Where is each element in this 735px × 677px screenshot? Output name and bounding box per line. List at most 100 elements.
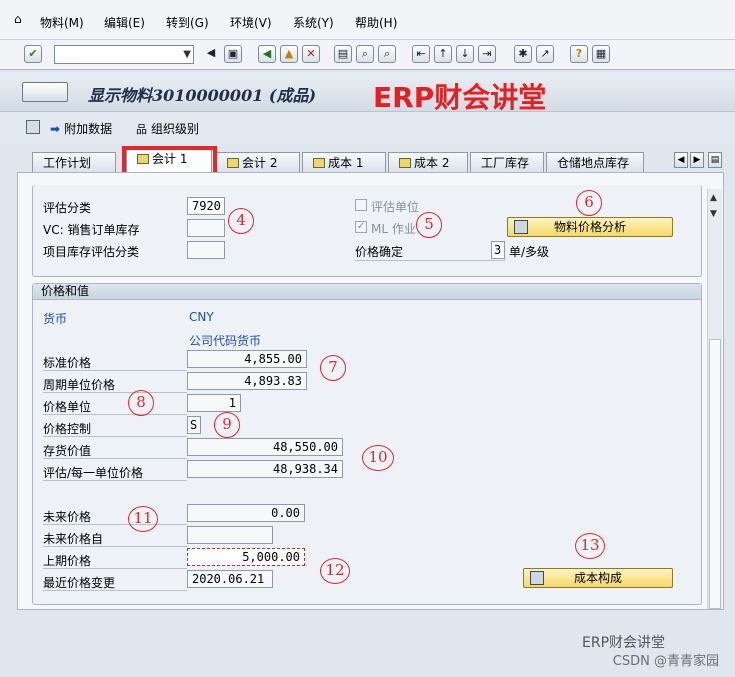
tab-scroll-left-icon[interactable]: ◀	[674, 152, 688, 168]
find-icon[interactable]: ⌕	[356, 45, 374, 63]
table-icon	[530, 571, 544, 585]
find-next-icon[interactable]: ⌕	[378, 45, 396, 63]
tab-work-scheduling[interactable]: 工作计划	[32, 152, 116, 174]
price-control-field[interactable]: S	[187, 416, 201, 434]
tab-strip: 工作计划 会计 1 会计 2 成本 1 成本 2 工厂库存 仓储地点库存 ◀ ▶…	[0, 148, 735, 174]
price-determination-field[interactable]: 3	[491, 241, 505, 259]
inventory-value-field[interactable]: 48,550.00	[187, 438, 343, 456]
org-levels-button[interactable]: 品 组织级别	[136, 120, 199, 137]
create-session-icon[interactable]: ✱	[514, 45, 532, 63]
future-price-label: 未来价格	[43, 510, 92, 524]
menu-environment[interactable]: 环境(V)	[230, 14, 272, 31]
title-bar: 显示物料3010000001 (成品) ERP财会讲堂	[0, 72, 735, 114]
vc-sales-order-stock-field[interactable]	[187, 219, 225, 237]
tab-plant-stock[interactable]: 工厂库存	[470, 152, 544, 174]
price-determination-label: 价格确定	[355, 245, 404, 259]
tab-costing-1[interactable]: 成本 1	[302, 152, 386, 174]
standard-price-field[interactable]: 4,855.00	[187, 350, 307, 368]
menu-goto[interactable]: 转到(G)	[166, 14, 209, 31]
tab-storage-loc-stock[interactable]: 仓储地点库存	[546, 152, 644, 174]
label-underline	[43, 546, 187, 547]
annotation-12: 12	[320, 558, 350, 584]
ml-label: ML 作业	[371, 222, 416, 236]
currency-label: 货币	[43, 312, 68, 326]
vertical-scrollbar[interactable]: ▲ ▼	[707, 189, 722, 609]
price-control-label: 价格控制	[43, 422, 92, 436]
arrow-right-icon: ➡	[50, 121, 61, 136]
org-levels-label: 组织级别	[151, 122, 200, 136]
ml-checkbox[interactable]: ✓	[355, 221, 367, 233]
scroll-up-icon[interactable]: ▲	[710, 193, 717, 203]
tab-list-icon[interactable]: ▤	[708, 152, 722, 168]
annotation-11: 11	[128, 506, 158, 532]
application-toolbar: ➡ 附加数据 品 组织级别	[0, 112, 735, 144]
valuation-unit-price-field[interactable]: 48,938.34	[187, 460, 343, 478]
check-icon[interactable]: ✔	[24, 45, 42, 63]
last-price-change-field[interactable]: 2020.06.21	[187, 570, 273, 588]
future-price-from-field[interactable]	[187, 526, 273, 544]
periodic-price-field[interactable]: 4,893.83	[187, 372, 307, 390]
tab-scroll-right-icon[interactable]: ▶	[690, 152, 704, 168]
label-underline	[43, 590, 187, 591]
exit-icon[interactable]: ▲	[280, 45, 298, 63]
menu-system[interactable]: 系统(Y)	[293, 14, 334, 31]
previous-price-label: 上期价格	[43, 554, 92, 568]
future-price-field[interactable]: 0.00	[187, 504, 305, 522]
magnifier-icon	[514, 220, 528, 234]
tab-accounting-1[interactable]: 会计 1	[126, 148, 212, 174]
periodic-price-label: 周期单位价格	[43, 378, 116, 392]
annotation-9: 9	[214, 412, 240, 438]
label-underline	[43, 480, 187, 481]
annotation-10: 10	[362, 445, 394, 471]
print-icon[interactable]: ▤	[334, 45, 352, 63]
price-unit-field[interactable]: 1	[187, 394, 241, 412]
next-page-icon[interactable]: ↓	[456, 45, 474, 63]
first-page-icon[interactable]: ⇤	[412, 45, 430, 63]
annotation-5: 5	[416, 212, 442, 238]
annotation-4: 4	[228, 208, 254, 234]
label-underline	[43, 370, 187, 371]
command-field[interactable]: ▼	[54, 45, 194, 64]
project-stock-label: 项目库存评估分类	[43, 245, 140, 259]
menu-material[interactable]: 物料(M)	[40, 14, 84, 31]
valuation-class-field[interactable]: 7920	[187, 197, 225, 215]
material-price-analysis-button[interactable]: 物料价格分析	[507, 217, 673, 237]
menu-help[interactable]: 帮助(H)	[355, 14, 397, 31]
tab-accounting-2[interactable]: 会计 2	[216, 152, 300, 174]
shortcut-icon[interactable]: ↗	[536, 45, 554, 63]
price-determination-underline	[355, 260, 505, 261]
additional-data-button[interactable]: ➡ 附加数据	[50, 120, 112, 137]
standard-toolbar: ✔ ▼ ◀ ▣ ◀ ▲ ✕ ▤ ⌕ ⌕ ⇤ ↑ ↓ ⇥ ✱ ↗ ? ▦	[0, 40, 735, 70]
prices-group-title: 价格和值	[33, 284, 701, 300]
valuation-class-label: 评估分类	[43, 201, 92, 215]
tab-label: 会计 2	[242, 156, 278, 170]
scrollbar-thumb[interactable]	[709, 339, 721, 609]
expand-button[interactable]	[26, 120, 40, 134]
previous-price-field[interactable]: 5,000.00	[187, 548, 305, 566]
material-type-icon[interactable]	[22, 82, 68, 102]
scroll-down-icon[interactable]: ▼	[710, 209, 717, 219]
tab-costing-2[interactable]: 成本 2	[388, 152, 468, 174]
label-underline	[43, 392, 187, 393]
valuation-unit-checkbox[interactable]	[355, 199, 367, 211]
tab-label: 会计 1	[152, 152, 188, 166]
cancel-icon[interactable]: ✕	[302, 45, 320, 63]
wechat-watermark: ERP财会讲堂	[582, 635, 666, 651]
annotation-6: 6	[576, 190, 602, 216]
collapse-left-icon[interactable]: ◀	[202, 45, 220, 63]
window-menu-icon[interactable]: ⌂	[14, 12, 22, 26]
prev-page-icon[interactable]: ↑	[434, 45, 452, 63]
material-price-analysis-label: 物料价格分析	[553, 220, 626, 234]
chevron-down-icon[interactable]: ▼	[183, 46, 191, 63]
help-icon[interactable]: ?	[570, 45, 588, 63]
layout-icon[interactable]: ▦	[592, 45, 610, 63]
price-determination-text: 单/多级	[509, 245, 550, 259]
menu-edit[interactable]: 编辑(E)	[104, 14, 145, 31]
back-icon[interactable]: ◀	[258, 45, 276, 63]
tab-icon	[227, 158, 239, 168]
last-page-icon[interactable]: ⇥	[478, 45, 496, 63]
project-stock-field[interactable]	[187, 241, 225, 259]
expand-icon	[26, 120, 40, 134]
save-icon[interactable]: ▣	[224, 45, 242, 63]
cost-structure-button[interactable]: 成本构成	[523, 568, 673, 588]
